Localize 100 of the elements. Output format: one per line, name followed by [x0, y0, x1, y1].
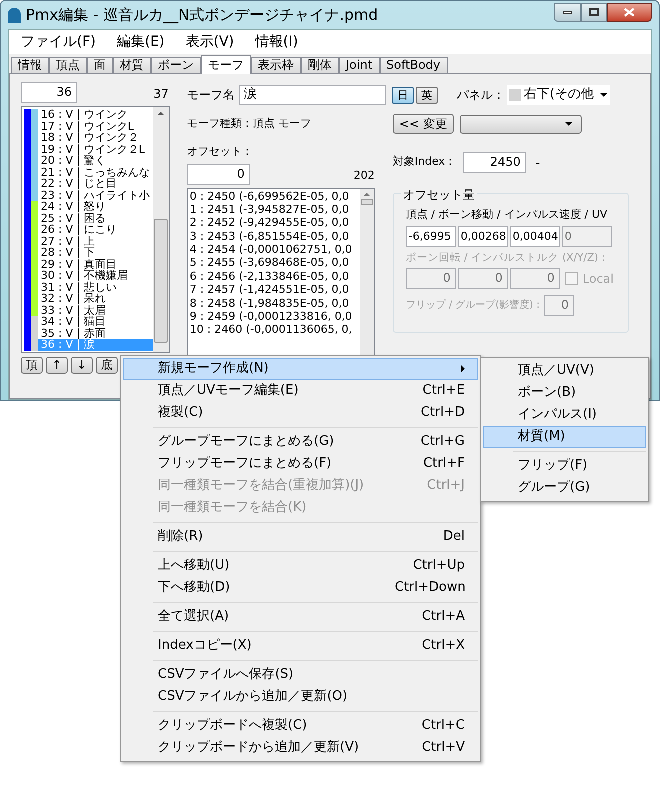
menu-item[interactable]: インパルス(I) [483, 404, 646, 426]
nav-button[interactable]: 頂 [21, 357, 43, 374]
tab[interactable]: 表示枠 [251, 57, 301, 73]
morph-list-item[interactable]: 16 : V | ウインク [24, 109, 153, 120]
offset-list-row[interactable]: 6 : 2456 (-2,133846E-05, 0,0 [190, 270, 360, 284]
menu-bar-item[interactable]: ファイル(F) [21, 32, 96, 52]
scrollbar[interactable] [152, 107, 169, 352]
weight-field[interactable]: 0 [544, 295, 574, 316]
language-button[interactable]: 英 [416, 86, 438, 104]
tab[interactable]: Joint [339, 57, 380, 73]
offset-value-field[interactable]: 0,00404 [510, 226, 560, 246]
morph-list-item[interactable]: 33 : V | 太眉 [24, 304, 153, 316]
menu-item[interactable]: CSVファイルへ保存(S) [123, 664, 478, 686]
offset-value-field[interactable]: -6,6995 [406, 226, 456, 246]
menu-bar-item[interactable]: 情報(I) [255, 32, 298, 52]
menu-item[interactable]: 下へ移動(D) Ctrl+Down [123, 577, 478, 599]
panel-dropdown[interactable]: 右下(その他 [506, 85, 610, 105]
offset-label: オフセット： [186, 144, 254, 160]
offset-list-row[interactable]: 3 : 2453 (-6,851554E-05, 0,0 [190, 230, 360, 244]
menu-item[interactable]: クリップボードから追加／更新(V) Ctrl+V [123, 737, 478, 759]
morph-list-item[interactable]: 32 : V | 呆れ [24, 293, 153, 304]
menu-item[interactable]: CSVファイルから追加／更新(O) [123, 686, 478, 708]
morph-count: 37 [154, 86, 169, 103]
menu-item[interactable]: ボーン(B) [483, 382, 646, 404]
tab[interactable]: ボーン [151, 57, 201, 73]
menu-item[interactable]: 上へ移動(U) Ctrl+Up [123, 555, 478, 577]
morph-list-item[interactable]: 17 : V | ウインクL [24, 120, 153, 132]
morph-list-item[interactable]: 29 : V | 真面目 [24, 258, 153, 270]
menu-item[interactable]: 頂点／UVモーフ編集(E) Ctrl+E [123, 380, 478, 402]
menu-item[interactable]: グループモーフにまとめる(G) Ctrl+G [123, 431, 478, 453]
scrollbar[interactable] [360, 188, 374, 356]
offset-list-row[interactable]: 10 : 2460 (-0,0001136065, 0, [190, 323, 360, 337]
target-index-field[interactable]: 2450 [462, 152, 526, 173]
morph-list-item[interactable]: 21 : V | こっちみんな [24, 166, 153, 178]
offset-list-row[interactable]: 9 : 2459 (-0,0001233816, 0,0 [190, 310, 360, 324]
menu-item[interactable]: 削除(R) Del [123, 526, 478, 548]
morph-list-item[interactable]: 31 : V | 悲しい [24, 282, 153, 293]
maximize-button[interactable] [581, 2, 607, 22]
offset-list-row[interactable]: 0 : 2450 (-6,699562E-05, 0,0 [190, 190, 360, 203]
panel-label: パネル： [456, 87, 506, 104]
tab[interactable]: 情報 [11, 57, 49, 73]
morph-list-item[interactable]: 22 : V | じと目 [24, 178, 153, 190]
weight-label: フリップ / グループ(影響度) : [406, 298, 540, 314]
offset-list-row[interactable]: 7 : 2457 (-1,424551E-05, 0,0 [190, 283, 360, 297]
morph-list-item[interactable]: 20 : V | 驚く [24, 155, 153, 166]
menu-item[interactable]: 複製(C) Ctrl+D [123, 402, 478, 424]
offset-list-row[interactable]: 4 : 2454 (-0,0001062751, 0,0 [190, 243, 360, 256]
menu-item[interactable]: 全て選択(A) Ctrl+A [123, 606, 478, 628]
morph-list-item[interactable]: 24 : V | 怒り [24, 201, 153, 212]
offset-list-row[interactable]: 1 : 2451 (-3,945827E-05, 0,0 [190, 202, 360, 216]
offset-list-row[interactable]: 2 : 2452 (-9,429455E-05, 0,0 [190, 216, 360, 230]
menu-item[interactable]: フリップモーフにまとめる(F) Ctrl+F [123, 453, 478, 475]
local-label: Local [582, 270, 614, 288]
morph-list-item[interactable]: 35 : V | 赤面 [24, 328, 153, 339]
morph-list-item[interactable]: 25 : V | 困る [24, 212, 153, 224]
morph-list-item[interactable]: 30 : V | 不機嫌眉 [24, 270, 153, 282]
tab[interactable]: 頂点 [49, 57, 87, 73]
target-index-suffix: - [536, 154, 540, 172]
nav-button[interactable]: 底 [96, 357, 118, 374]
morph-list-item[interactable]: 28 : V | 下 [24, 247, 153, 258]
morph-list-item[interactable]: 26 : V | にこり [24, 224, 153, 236]
menu-item[interactable]: 頂点／UV(V) [483, 360, 646, 382]
color-swatch-icon [508, 89, 521, 101]
tab[interactable]: 剛体 [301, 57, 339, 73]
minimize-button[interactable] [554, 2, 581, 22]
offset-value-field[interactable]: 0,00268 [458, 226, 508, 246]
target-index-label: 対象Index： [392, 154, 458, 170]
morph-type-label: モーフ種類：頂点 モーフ [186, 116, 312, 132]
morph-list-item[interactable]: 27 : V | 上 [24, 236, 153, 247]
language-button[interactable]: 日 [392, 86, 414, 104]
app-logo-icon [8, 8, 21, 22]
menu-bar-item[interactable]: 編集(E) [116, 32, 165, 52]
change-dropdown[interactable] [460, 114, 582, 134]
offset-count: 202 [354, 168, 375, 184]
menu-item[interactable]: 材質(M) [483, 426, 646, 448]
morph-list-item[interactable]: 23 : V | ハイライト小 [24, 190, 153, 201]
menu-bar-item[interactable]: 表示(V) [186, 32, 234, 52]
menu-item[interactable]: Indexコピー(X) Ctrl+X [123, 635, 478, 657]
offset-list-row[interactable]: 5 : 2455 (-3,698468E-05, 0,0 [190, 256, 360, 270]
tab[interactable]: 材質 [113, 57, 151, 73]
tab[interactable]: モーフ [201, 55, 251, 74]
dropdown-arrow-icon [600, 93, 608, 97]
morph-list-item[interactable]: 34 : V | 猫目 [24, 316, 153, 328]
morph-name-label: モーフ名 [186, 87, 236, 104]
menu-item[interactable]: グループ(G) [483, 477, 646, 499]
menu-item[interactable]: フリップ(F) [483, 455, 646, 477]
menu-item[interactable]: クリップボードへ複製(C) Ctrl+C [123, 715, 478, 737]
index-field[interactable]: 36 [21, 82, 77, 103]
offset-list-row[interactable]: 8 : 2458 (-1,984835E-05, 0,0 [190, 296, 360, 310]
tab[interactable]: SoftBody [380, 57, 448, 73]
morph-list-item[interactable]: 18 : V | ウインク２ [24, 132, 153, 144]
nav-button[interactable]: ↓ [71, 357, 93, 374]
close-button[interactable] [607, 2, 652, 22]
change-button[interactable]: << 変更 [392, 114, 454, 134]
menu-item[interactable]: 新規モーフ作成(N) [123, 358, 478, 380]
tab[interactable]: 面 [87, 57, 113, 73]
morph-name-field[interactable]: 涙 [238, 85, 386, 105]
offset-field[interactable]: 0 [186, 164, 250, 184]
nav-button[interactable]: ↑ [46, 357, 68, 374]
morph-list-item[interactable]: 19 : V | ウインク２L [24, 144, 153, 155]
